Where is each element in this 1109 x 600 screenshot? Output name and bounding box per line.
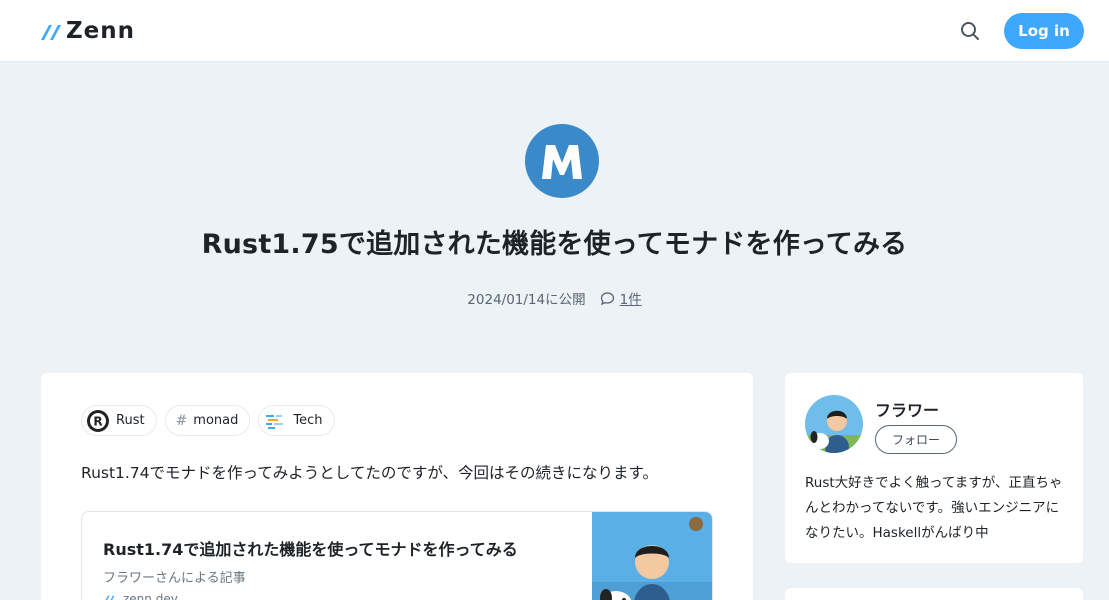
- comment-bubble-icon: [600, 291, 614, 305]
- search-button[interactable]: [958, 19, 982, 43]
- comment-count: 1件: [619, 292, 642, 308]
- hash-icon: #: [175, 412, 188, 429]
- svg-text:R: R: [93, 414, 102, 428]
- logo-text: Zenn: [66, 18, 136, 44]
- zenn-logo-icon: [41, 25, 61, 40]
- comment-count-link[interactable]: 1件: [600, 288, 642, 308]
- topic-label: monad: [193, 413, 239, 428]
- article-title: Rust1.75で追加された機能を使ってモナドを作ってみる: [201, 229, 908, 260]
- follow-button[interactable]: フォロー: [875, 425, 957, 454]
- login-button[interactable]: Log in: [1004, 13, 1084, 49]
- topic-label: Rust: [116, 413, 145, 428]
- sidebar-card-secondary: [785, 588, 1083, 600]
- topic-label: Tech: [293, 413, 323, 428]
- rust-logo-icon: R: [87, 409, 109, 432]
- author-bio: Rust大好きでよく触ってますが、正直ちゃんとわかってないです。強いエンジニアに…: [805, 475, 1063, 541]
- link-card-thumbnail: [592, 512, 712, 600]
- topic-rust[interactable]: R Rust: [81, 405, 157, 436]
- author-card: フラワー フォロー Rust大好きでよく触ってますが、正直ちゃんとわかってないで…: [785, 373, 1083, 563]
- zenn-logo[interactable]: Zenn: [40, 18, 135, 44]
- embedded-link-card[interactable]: Rust1.74で追加された機能を使ってモナドを作ってみる フラワーさんによる記…: [81, 511, 713, 600]
- author-name[interactable]: フラワー: [875, 397, 939, 421]
- link-card-description: フラワーさんによる記事: [103, 571, 246, 586]
- tech-icon: [266, 414, 284, 429]
- topic-list: R Rust # monad Tech: [81, 405, 335, 436]
- zenn-favicon-icon: [105, 595, 115, 600]
- link-card-domain-text: zenn.dev: [123, 592, 178, 600]
- topic-tech[interactable]: Tech: [258, 405, 335, 436]
- link-card-domain: zenn.dev: [103, 592, 178, 600]
- article-emoji-icon: [524, 123, 600, 199]
- topic-monad[interactable]: # monad: [164, 405, 251, 436]
- article-body-card: R Rust # monad Tech Rust1.74でモナドを作ってみようと…: [41, 373, 753, 600]
- published-date: 2024/01/14に公開: [467, 292, 586, 308]
- search-icon: [961, 22, 979, 40]
- site-header: Zenn Log in: [0, 0, 1109, 62]
- author-avatar[interactable]: [805, 395, 863, 453]
- article-meta: 2024/01/14に公開 1件: [0, 288, 1109, 308]
- article-intro: Rust1.74でモナドを作ってみようとしてたのですが、今回はその続きになります…: [81, 464, 658, 482]
- link-card-title: Rust1.74で追加された機能を使ってモナドを作ってみる: [103, 540, 518, 559]
